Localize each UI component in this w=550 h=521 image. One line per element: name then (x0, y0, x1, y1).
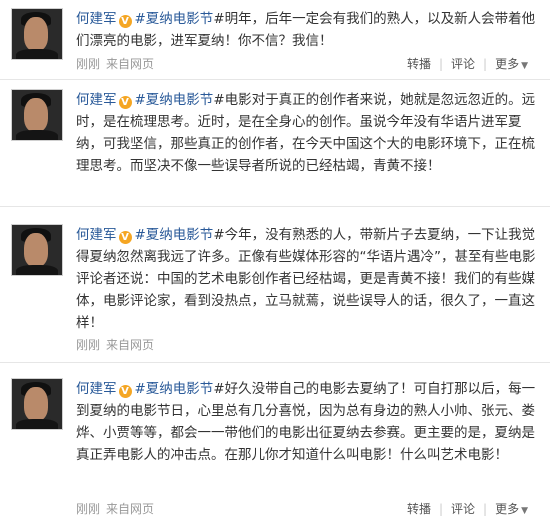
comment-button[interactable]: 评论 (451, 55, 475, 72)
chevron-down-icon: ▼ (521, 61, 528, 71)
author-name[interactable]: 何建军 (76, 381, 117, 397)
avatar-shirt (16, 419, 58, 429)
author-name[interactable]: 何建军 (76, 227, 117, 243)
post-source: 来自网页 (106, 502, 155, 516)
avatar-face (24, 98, 48, 132)
post-body: 何建军 V #夏纳电影节#今年，没有熟悉的人，带新片子去夏纳，一下让我觉得夏纳忽然离… (76, 224, 540, 334)
avatar-face (24, 17, 48, 51)
post-time[interactable]: 刚刚 (76, 57, 100, 71)
avatar-shirt (16, 49, 58, 59)
post-body: 何建军 V #夏纳电影节#好久没带自己的电影去夏纳了！可自打那以后，每一到夏纳的电影… (76, 378, 540, 466)
verified-badge-icon: V (118, 96, 132, 109)
more-label: 更多 (495, 502, 520, 516)
repost-button[interactable]: 转播 (407, 500, 431, 517)
avatar[interactable] (11, 378, 63, 430)
divider: | (438, 57, 443, 71)
post: 何建军 V #夏纳电影节#今年，没有熟悉的人，带新片子去夏纳，一下让我觉得夏纳忽然离… (0, 208, 550, 363)
author-name[interactable]: 何建军 (76, 11, 117, 27)
avatar-face (24, 233, 48, 267)
post: 何建军 V #夏纳电影节#好久没带自己的电影去夏纳了！可自打那以后，每一到夏纳的电影… (0, 364, 550, 521)
avatar-shirt (16, 265, 58, 275)
author-name[interactable]: 何建军 (76, 92, 117, 108)
post-source: 来自网页 (106, 338, 155, 352)
post: 何建军 V #夏纳电影节#电影对于真正的创作者来说，她就是忽远忽近的。远时，是在梳理… (0, 81, 550, 207)
post: 何建军 V #夏纳电影节#明年，后年一定会有我们的熟人，以及新人会带着他们漂亮的电影… (0, 0, 550, 80)
post-source: 来自网页 (106, 57, 155, 71)
verified-badge-icon: V (118, 15, 132, 28)
topic-link[interactable]: #夏纳电影节 (135, 92, 214, 108)
more-button[interactable]: 更多 ▼ (495, 55, 528, 72)
more-button[interactable]: 更多 ▼ (495, 500, 528, 517)
post-time[interactable]: 刚刚 (76, 502, 100, 516)
topic-link[interactable]: #夏纳电影节 (135, 11, 214, 27)
post-meta: 刚刚 来自网页 (76, 336, 540, 353)
chevron-down-icon: ▼ (521, 506, 528, 516)
post-meta: 刚刚 来自网页 转播 | 评论 | 更多 ▼ (76, 55, 540, 72)
avatar[interactable] (11, 89, 63, 141)
microblog-feed: 何建军 V #夏纳电影节#明年，后年一定会有我们的熟人，以及新人会带着他们漂亮的电影… (0, 0, 550, 521)
post-meta: 刚刚 来自网页 转播 | 评论 | 更多 ▼ (76, 500, 540, 517)
repost-button[interactable]: 转播 (407, 55, 431, 72)
post-body: 何建军 V #夏纳电影节#电影对于真正的创作者来说，她就是忽远忽近的。远时，是在梳理… (76, 89, 540, 177)
topic-link[interactable]: #夏纳电影节 (135, 381, 214, 397)
divider: | (483, 57, 488, 71)
verified-badge-icon: V (118, 385, 132, 398)
post-actions: 转播 | 评论 | 更多 ▼ (407, 55, 528, 72)
avatar[interactable] (11, 224, 63, 276)
post-actions: 转播 | 评论 | 更多 ▼ (407, 500, 528, 517)
divider: | (438, 502, 443, 516)
avatar[interactable] (11, 8, 63, 60)
topic-link[interactable]: #夏纳电影节 (135, 227, 214, 243)
verified-badge-icon: V (118, 231, 132, 244)
post-time[interactable]: 刚刚 (76, 338, 100, 352)
post-body: 何建军 V #夏纳电影节#明年，后年一定会有我们的熟人，以及新人会带着他们漂亮的电影… (76, 8, 540, 52)
more-label: 更多 (495, 57, 520, 71)
avatar-face (24, 387, 48, 421)
comment-button[interactable]: 评论 (451, 500, 475, 517)
divider: | (483, 502, 488, 516)
avatar-shirt (16, 130, 58, 140)
